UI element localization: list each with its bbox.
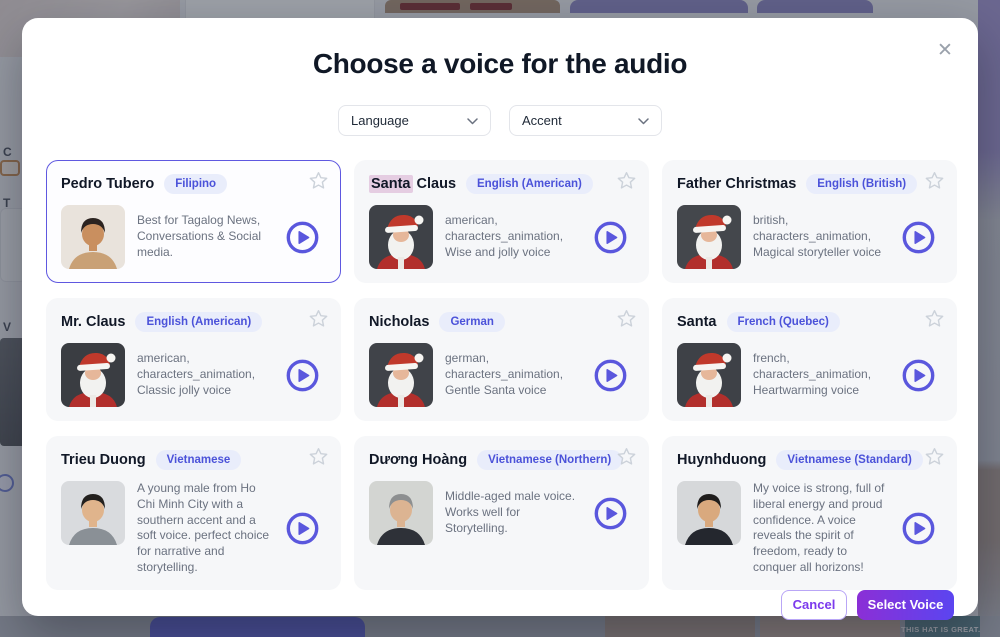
- play-voice-button[interactable]: [593, 220, 628, 255]
- language-badge: Vietnamese: [156, 450, 242, 470]
- voice-description: british, characters_animation, Magical s…: [753, 213, 889, 260]
- language-badge: English (American): [466, 174, 593, 194]
- play-voice-button[interactable]: [593, 496, 628, 531]
- dialog-footer: Cancel Select Voice: [22, 590, 978, 637]
- voice-avatar: [61, 481, 125, 545]
- voice-description: german, characters_animation, Gentle San…: [445, 351, 581, 398]
- language-badge: German: [439, 312, 504, 332]
- voice-description: Middle-aged male voice. Works well for S…: [445, 489, 581, 536]
- language-badge: English (American): [135, 312, 262, 332]
- accent-filter-label: Accent: [522, 113, 562, 128]
- favorite-star-icon[interactable]: [309, 447, 328, 466]
- voice-description: american, characters_animation, Wise and…: [445, 213, 581, 260]
- voice-card[interactable]: Dương Hoàng Vietnamese (Northern): [354, 436, 649, 590]
- voice-name: Nicholas: [369, 314, 429, 330]
- voice-card[interactable]: Mr. Claus English (American): [46, 298, 341, 421]
- voice-avatar: [61, 205, 125, 269]
- favorite-star-icon[interactable]: [617, 309, 636, 328]
- favorite-star-icon[interactable]: [925, 171, 944, 190]
- voice-card[interactable]: Nicholas German: [354, 298, 649, 421]
- play-voice-button[interactable]: [593, 358, 628, 393]
- voice-grid: Pedro Tubero Filipino: [46, 160, 954, 590]
- favorite-star-icon[interactable]: [617, 171, 636, 190]
- voice-name: Mr. Claus: [61, 314, 125, 330]
- voice-name: Trieu Duong: [61, 452, 146, 468]
- voice-avatar: [61, 343, 125, 407]
- voice-avatar: [677, 343, 741, 407]
- dialog-title: Choose a voice for the audio: [22, 48, 978, 80]
- language-badge: Vietnamese (Northern): [477, 450, 622, 470]
- language-filter-label: Language: [351, 113, 409, 128]
- voice-avatar: [369, 343, 433, 407]
- voice-card[interactable]: Trieu Duong Vietnamese: [46, 436, 341, 590]
- voice-avatar: [369, 205, 433, 269]
- voice-description: A young male from Ho Chi Minh City with …: [137, 481, 273, 576]
- language-filter-select[interactable]: Language: [338, 105, 491, 136]
- language-badge: French (Quebec): [727, 312, 840, 332]
- language-badge: Filipino: [164, 174, 227, 194]
- voice-name: Dương Hoàng: [369, 452, 467, 468]
- favorite-star-icon[interactable]: [617, 447, 636, 466]
- voice-description: french, characters_animation, Heartwarmi…: [753, 351, 889, 398]
- voice-card[interactable]: Santa French (Quebec): [662, 298, 957, 421]
- accent-filter-select[interactable]: Accent: [509, 105, 662, 136]
- voice-avatar: [677, 481, 741, 545]
- voice-name: Santa Claus: [369, 176, 456, 192]
- choose-voice-dialog: ✕ Choose a voice for the audio Language …: [22, 18, 978, 616]
- filter-bar: Language Accent: [22, 105, 978, 136]
- voice-name: Santa: [677, 314, 717, 330]
- cancel-button[interactable]: Cancel: [781, 590, 847, 620]
- favorite-star-icon[interactable]: [925, 447, 944, 466]
- voice-card[interactable]: Father Christmas English (British): [662, 160, 957, 283]
- chevron-down-icon: [467, 112, 478, 130]
- chevron-down-icon: [638, 112, 649, 130]
- favorite-star-icon[interactable]: [309, 171, 328, 190]
- voice-name: Huynhduong: [677, 452, 766, 468]
- select-voice-button[interactable]: Select Voice: [857, 590, 954, 620]
- language-badge: English (British): [806, 174, 917, 194]
- play-voice-button[interactable]: [285, 220, 320, 255]
- voice-name: Father Christmas: [677, 176, 796, 192]
- voice-avatar: [369, 481, 433, 545]
- play-voice-button[interactable]: [901, 511, 936, 546]
- voice-card[interactable]: Santa Claus English (American): [354, 160, 649, 283]
- play-voice-button[interactable]: [285, 511, 320, 546]
- voice-name: Pedro Tubero: [61, 176, 154, 192]
- play-voice-button[interactable]: [901, 220, 936, 255]
- voice-card[interactable]: Pedro Tubero Filipino: [46, 160, 341, 283]
- close-icon[interactable]: ✕: [934, 40, 956, 62]
- language-badge: Vietnamese (Standard): [776, 450, 922, 470]
- favorite-star-icon[interactable]: [925, 309, 944, 328]
- voice-card[interactable]: Huynhduong Vietnamese (Standard): [662, 436, 957, 590]
- voice-description: american, characters_animation, Classic …: [137, 351, 273, 398]
- play-voice-button[interactable]: [285, 358, 320, 393]
- voice-description: Best for Tagalog News, Conversations & S…: [137, 213, 273, 260]
- voice-description: My voice is strong, full of liberal ener…: [753, 481, 889, 576]
- voice-avatar: [677, 205, 741, 269]
- favorite-star-icon[interactable]: [309, 309, 328, 328]
- play-voice-button[interactable]: [901, 358, 936, 393]
